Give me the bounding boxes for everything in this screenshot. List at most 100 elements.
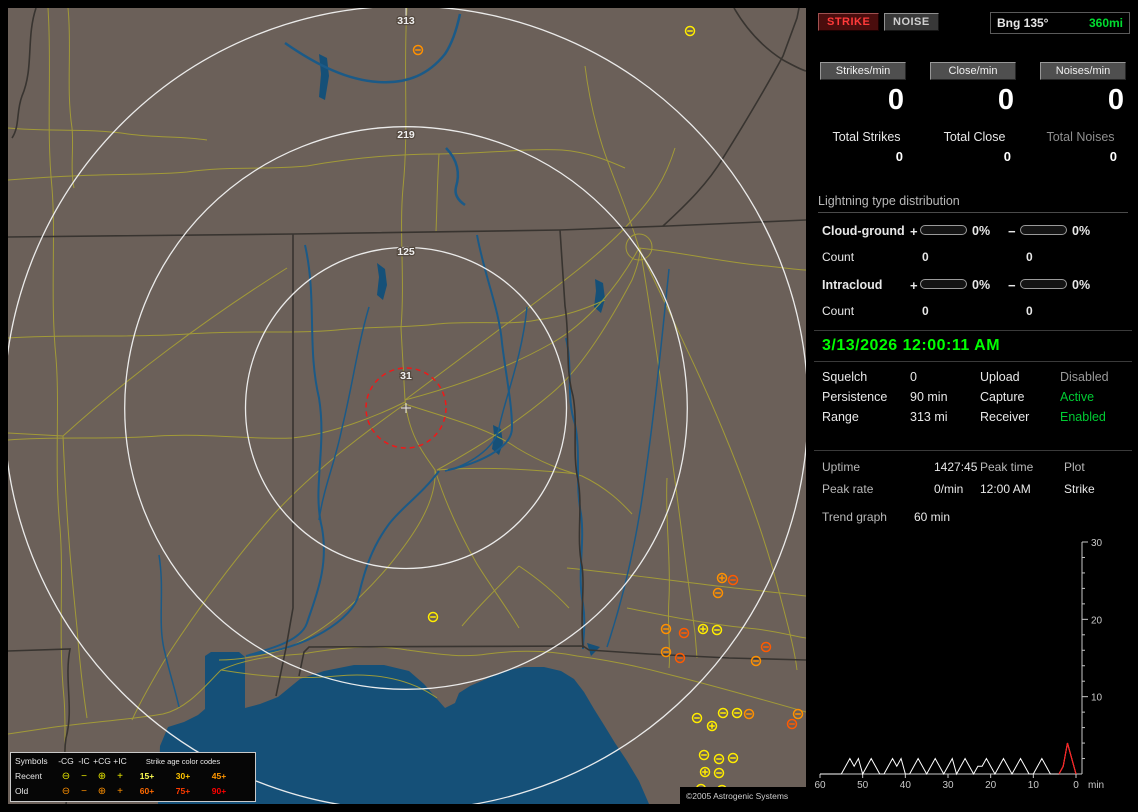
count-label: Count: [822, 304, 854, 318]
map-view[interactable]: 313 219 125 31 Symbols -CG -IC +CG +IC S…: [8, 8, 806, 804]
age-code-60: 60+: [129, 787, 165, 796]
upload-label: Upload: [980, 370, 1020, 384]
range-value: 313 mi: [910, 410, 948, 424]
legend-col-pos-ic: +IC: [111, 757, 129, 766]
count-label: Count: [822, 250, 854, 264]
plot-value: Strike: [1064, 482, 1095, 496]
plus-icon: +: [111, 772, 129, 782]
circle-minus-icon: ⊖: [57, 772, 75, 782]
ic-minus-bar: [1020, 279, 1067, 289]
plus-sign: +: [910, 278, 918, 293]
minus-icon: −: [75, 772, 93, 782]
peak-time-value: 12:00 AM: [980, 482, 1031, 496]
ic-minus-pct: 0%: [1072, 278, 1090, 292]
circle-minus-icon: ⊖: [57, 787, 75, 797]
circle-plus-icon: ⊕: [93, 787, 111, 797]
age-code-30: 30+: [165, 772, 201, 781]
status-row-2: Peak rate 0/min 12:00 AM Strike: [814, 482, 1132, 500]
uptime-value: 1427:45: [934, 460, 977, 474]
total-strikes-label: Total Strikes: [814, 130, 919, 144]
legend-age-title: Strike age color codes: [129, 758, 237, 766]
noises-per-min-value: 0: [1040, 84, 1124, 117]
total-close-value: 0: [922, 149, 1027, 164]
capture-value: Active: [1060, 390, 1094, 404]
uptime-label: Uptime: [822, 460, 860, 474]
status-row-3: Trend graph 60 min: [814, 510, 1132, 528]
datetime-display: 3/13/2026 12:00:11 AM: [822, 337, 1000, 355]
cloud-ground-label: Cloud-ground: [822, 224, 905, 238]
trend-ticks: [820, 542, 1088, 778]
intracloud-count-row: Count 0 0: [822, 304, 1128, 319]
cg-plus-pct: 0%: [972, 224, 990, 238]
cg-plus-bar: [920, 225, 967, 235]
strike-mode-button[interactable]: STRIKE: [818, 13, 879, 31]
cloud-ground-count-row: Count 0 0: [822, 250, 1128, 265]
svg-text:30: 30: [1091, 538, 1103, 549]
receiver-label: Receiver: [980, 410, 1029, 424]
legend-col-pos-cg: +CG: [93, 757, 111, 766]
strikes-per-min-value: 0: [820, 84, 904, 117]
age-code-90: 90+: [201, 787, 237, 796]
trend-graph: 1020306050403020100min: [814, 530, 1132, 802]
total-strikes-value: 0: [814, 149, 919, 164]
ic-plus-count: 0: [922, 304, 929, 318]
cg-plus-count: 0: [922, 250, 929, 264]
minus-sign: −: [1008, 278, 1016, 293]
close-per-min-header[interactable]: Close/min: [930, 62, 1016, 80]
age-code-45: 45+: [201, 772, 237, 781]
age-code-75: 75+: [165, 787, 201, 796]
strikes-per-min-header[interactable]: Strikes/min: [820, 62, 906, 80]
persistence-value: 90 min: [910, 390, 948, 404]
svg-text:20: 20: [1091, 615, 1103, 626]
cloud-ground-row: Cloud-ground + 0% − 0%: [822, 224, 1128, 239]
intracloud-label: Intracloud: [822, 278, 882, 292]
cg-minus-count: 0: [1026, 250, 1033, 264]
ic-plus-pct: 0%: [972, 278, 990, 292]
distribution-title: Lightning type distribution: [818, 194, 1128, 213]
minus-sign: −: [1008, 224, 1016, 239]
trend-window-value: 60 min: [914, 510, 950, 524]
legend-row-old-label: Old: [13, 787, 57, 796]
cg-minus-bar: [1020, 225, 1067, 235]
total-noises-value: 0: [1028, 149, 1133, 164]
divider: [814, 450, 1132, 451]
persistence-label: Persistence: [822, 390, 887, 404]
ring-label-125: 125: [397, 246, 415, 258]
plus-icon: +: [111, 787, 129, 797]
settings-row-2: Persistence 90 min Capture Active: [814, 390, 1132, 408]
age-code-15: 15+: [129, 772, 165, 781]
svg-text:30: 30: [942, 780, 954, 791]
receiver-value: Enabled: [1060, 410, 1106, 424]
legend-symbols-title: Symbols: [13, 757, 57, 766]
svg-text:50: 50: [857, 780, 869, 791]
peak-rate-value: 0/min: [934, 482, 963, 496]
ring-label-313: 313: [397, 15, 415, 27]
svg-text:10: 10: [1091, 693, 1103, 704]
svg-text:60: 60: [814, 780, 826, 791]
ring-label-31: 31: [400, 370, 412, 382]
trend-axis-labels: 1020306050403020100min: [814, 538, 1104, 791]
total-noises-label: Total Noises: [1028, 130, 1133, 144]
circle-plus-icon: ⊕: [93, 772, 111, 782]
copyright-label: ©2005 Astrogenic Systems: [680, 787, 806, 804]
peak-rate-label: Peak rate: [822, 482, 873, 496]
intracloud-row: Intracloud + 0% − 0%: [822, 278, 1128, 293]
bearing-value: Bng 135°: [997, 16, 1048, 30]
ic-plus-bar: [920, 279, 967, 289]
status-panel: STRIKE NOISE Bng 135° 360mi Strikes/min …: [814, 8, 1132, 804]
noises-per-min-header[interactable]: Noises/min: [1040, 62, 1126, 80]
ic-minus-count: 0: [1026, 304, 1033, 318]
minus-icon: −: [75, 787, 93, 797]
plus-sign: +: [910, 224, 918, 239]
close-per-min-value: 0: [930, 84, 1014, 117]
settings-row-3: Range 313 mi Receiver Enabled: [814, 410, 1132, 428]
trend-graph-label: Trend graph: [822, 510, 887, 524]
noise-mode-button[interactable]: NOISE: [884, 13, 939, 31]
squelch-label: Squelch: [822, 370, 867, 384]
upload-value: Disabled: [1060, 370, 1109, 384]
peak-time-label: Peak time: [980, 460, 1033, 474]
ring-label-219: 219: [397, 129, 415, 141]
range-label: Range: [822, 410, 859, 424]
bearing-readout: Bng 135° 360mi: [990, 12, 1130, 34]
squelch-value: 0: [910, 370, 917, 384]
